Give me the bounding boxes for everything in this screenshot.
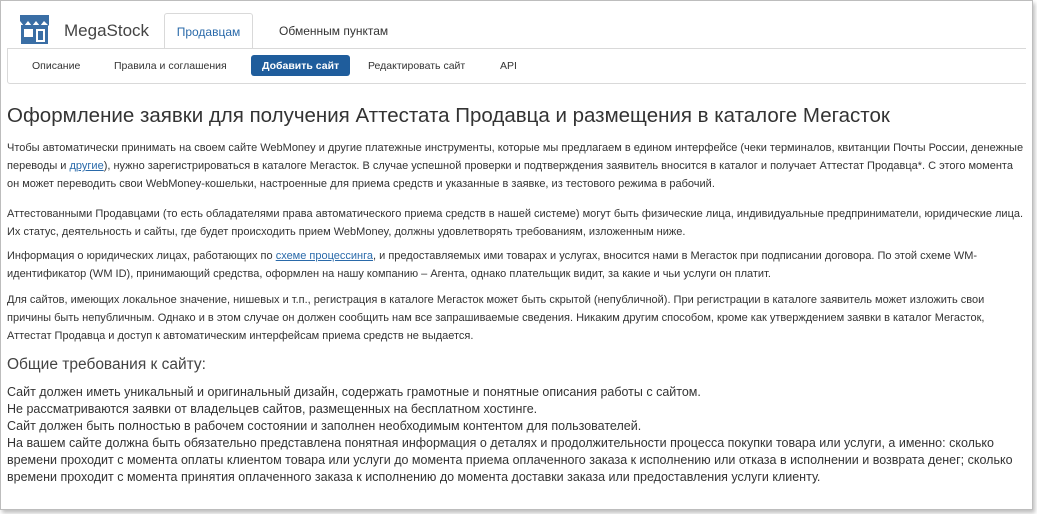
subnav: Описание Правила и соглашения Добавить с…: [7, 48, 1026, 84]
paragraph-intro: Чтобы автоматически принимать на своем с…: [7, 139, 1025, 193]
paragraph-text: Информация о юридических лицах, работающ…: [7, 250, 276, 262]
subnav-item-api[interactable]: API: [489, 55, 528, 76]
paragraph-legal: Информация о юридических лицах, работающ…: [7, 247, 1025, 283]
subnav-item-description[interactable]: Описание: [21, 55, 91, 76]
browser-frame: MegaStock Продавцам Обменным пунктам Опи…: [0, 0, 1033, 510]
requirements-list: Сайт должен иметь уникальный и оригиналь…: [7, 384, 1025, 486]
subnav-item-add-site[interactable]: Добавить сайт: [251, 55, 351, 76]
requirement-item: Не рассматриваются заявки от владельцев …: [7, 402, 538, 416]
requirements-heading: Общие требования к сайту:: [7, 356, 206, 373]
paragraph-text: ), нужно зарегистрироваться в каталоге М…: [7, 160, 1013, 190]
tab-sellers[interactable]: Продавцам: [164, 13, 253, 49]
tab-exchangers[interactable]: Обменным пунктам: [269, 13, 398, 49]
page: MegaStock Продавцам Обменным пунктам Опи…: [7, 7, 1026, 509]
brand-name[interactable]: MegaStock: [64, 21, 149, 41]
others-link[interactable]: другие: [70, 160, 104, 172]
requirement-item: Сайт должен иметь уникальный и оригиналь…: [7, 385, 701, 399]
processing-scheme-link[interactable]: схеме процессинга: [276, 250, 373, 262]
subnav-item-edit-site[interactable]: Редактировать сайт: [357, 55, 476, 76]
page-title: Оформление заявки для получения Аттестат…: [7, 104, 890, 127]
subnav-item-rules[interactable]: Правила и соглашения: [103, 55, 238, 76]
paragraph-sellers: Аттестованными Продавцами (то есть облад…: [7, 208, 1024, 238]
paragraph-private: Для сайтов, имеющих локальное значение, …: [7, 294, 985, 342]
requirement-item: Сайт должен быть полностью в рабочем сос…: [7, 419, 642, 433]
store-logo-icon[interactable]: [18, 13, 51, 46]
requirement-item: На вашем сайте должна быть обязательно п…: [7, 436, 1013, 484]
